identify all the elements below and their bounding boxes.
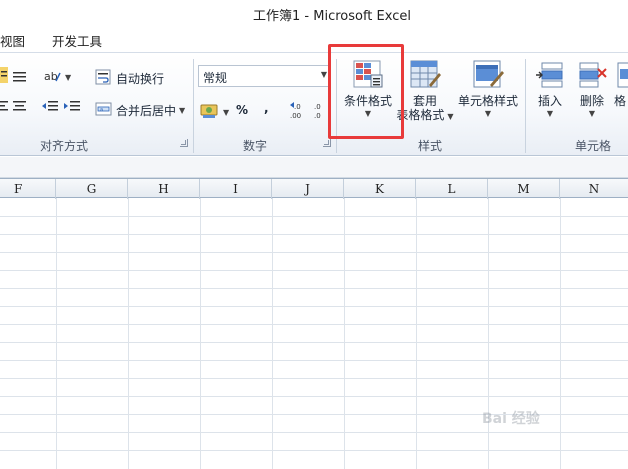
format-as-table-icon — [409, 59, 441, 91]
column-header-m[interactable]: M — [488, 179, 560, 199]
align-top-button[interactable] — [0, 67, 10, 86]
decrease-indent-button[interactable] — [42, 99, 58, 116]
merge-center-icon: a — [95, 101, 113, 120]
align-top-icon — [0, 67, 10, 86]
format-cells-button[interactable]: 格 — [614, 59, 628, 109]
svg-text:.0: .0 — [314, 112, 321, 119]
group-label-cells: 单元格 — [575, 139, 612, 153]
column-header-i[interactable]: I — [200, 179, 272, 199]
column-header-k[interactable]: K — [344, 179, 416, 199]
group-label-number: 数字 — [243, 139, 268, 153]
merge-center-button[interactable]: a 合并后居中 ▼ — [95, 101, 185, 120]
cell-styles-button[interactable]: 单元格样式 ▼ — [456, 59, 520, 118]
delete-label: 删除 — [579, 94, 604, 108]
column-headers: F G H I J K L M N — [0, 178, 628, 199]
increase-indent-icon — [64, 99, 80, 116]
increase-indent-button[interactable] — [64, 99, 80, 116]
increase-decimal-icon: .0.00 — [288, 101, 310, 122]
delete-cells-icon — [576, 59, 608, 91]
chevron-down-icon: ▼ — [546, 109, 554, 118]
delete-cells-button[interactable]: 删除 ▼ — [572, 59, 612, 118]
formula-bar-area — [0, 157, 628, 178]
watermark: Bai 经验 — [482, 411, 540, 427]
increase-decimal-button[interactable]: .0.00 — [288, 101, 310, 122]
tab-view[interactable]: 视图 — [0, 31, 25, 50]
chevron-down-icon: ▼ — [484, 109, 492, 118]
text-orientation-icon: ab — [44, 69, 62, 86]
chevron-down-icon: ▼ — [320, 70, 327, 79]
wrap-text-button[interactable]: 自动换行 — [95, 69, 164, 88]
alignment-launcher-icon[interactable] — [180, 139, 188, 147]
number-launcher-icon[interactable] — [323, 139, 331, 147]
insert-label: 插入 — [537, 94, 562, 108]
chevron-down-icon: ▼ — [588, 109, 596, 118]
cell-styles-label: 单元格样式 — [457, 94, 518, 108]
column-header-f[interactable]: F — [0, 179, 56, 199]
title-bar: 工作簿1 - Microsoft Excel — [0, 0, 628, 26]
group-divider — [525, 59, 526, 153]
wrap-text-icon — [95, 69, 113, 88]
ribbon-tabs: 视图 开发工具 — [0, 26, 628, 52]
highlight-box — [328, 44, 404, 139]
merge-center-label: 合并后居中 — [116, 104, 177, 118]
align-center-icon — [12, 99, 28, 116]
svg-text:a: a — [100, 107, 103, 113]
chevron-down-icon: ▼ — [447, 112, 454, 121]
insert-cells-button[interactable]: 插入 ▼ — [530, 59, 570, 118]
format-cells-icon — [614, 59, 628, 91]
column-header-g[interactable]: G — [56, 179, 128, 199]
chevron-down-icon: ▼ — [223, 108, 230, 117]
number-format-select[interactable]: 常规 ▼ — [198, 65, 330, 87]
decrease-indent-icon — [42, 99, 58, 116]
column-header-l[interactable]: L — [416, 179, 488, 199]
group-divider — [193, 59, 194, 153]
align-left-button[interactable] — [0, 99, 10, 116]
accounting-format-button[interactable]: ▼ — [200, 103, 229, 122]
currency-icon — [200, 103, 220, 122]
chevron-down-icon: ▼ — [179, 106, 186, 115]
insert-cells-icon — [534, 59, 566, 91]
ribbon: ab ▼ 自动换行 a 合并后居中 ▼ 对齐方式 常规 ▼ ▼ % , .0 .… — [0, 52, 628, 156]
column-header-h[interactable]: H — [128, 179, 200, 199]
number-format-value: 常规 — [203, 71, 228, 85]
tab-developer[interactable]: 开发工具 — [52, 31, 102, 50]
comma-button[interactable]: , — [264, 101, 269, 115]
align-middle-button[interactable] — [12, 69, 28, 86]
svg-text:.0: .0 — [294, 103, 301, 111]
svg-text:.00: .00 — [290, 112, 301, 119]
window-title: 工作簿1 - Microsoft Excel — [253, 9, 411, 24]
percent-button[interactable]: % — [236, 103, 248, 117]
wrap-text-label: 自动换行 — [116, 72, 165, 86]
column-header-j[interactable]: J — [272, 179, 344, 199]
cell-styles-icon — [472, 59, 504, 91]
svg-text:.0: .0 — [314, 103, 321, 111]
orientation-button[interactable]: ab ▼ — [44, 69, 71, 86]
svg-text:ab: ab — [44, 70, 58, 83]
align-center-button[interactable] — [12, 99, 28, 116]
format-label: 格 — [614, 94, 627, 108]
chevron-down-icon: ▼ — [65, 73, 72, 82]
align-middle-icon — [12, 69, 28, 86]
group-label-styles: 样式 — [418, 139, 443, 153]
group-label-alignment: 对齐方式 — [40, 139, 89, 153]
align-left-icon — [0, 99, 10, 116]
column-header-n[interactable]: N — [560, 179, 628, 199]
